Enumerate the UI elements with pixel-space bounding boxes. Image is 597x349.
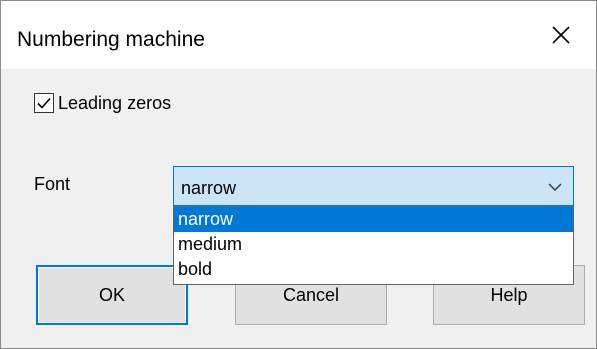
numbering-machine-dialog: Numbering machine Leading zeros Font nar… — [0, 0, 597, 349]
font-option-narrow[interactable]: narrow — [174, 207, 573, 232]
font-option-bold[interactable]: bold — [174, 257, 573, 282]
font-option-medium[interactable]: medium — [174, 232, 573, 257]
font-select-value: narrow — [181, 178, 237, 198]
font-label: Font — [34, 174, 71, 194]
close-icon — [552, 26, 570, 44]
close-button[interactable] — [526, 1, 596, 69]
font-select[interactable]: narrow — [173, 166, 574, 206]
title-bar: Numbering machine — [1, 1, 596, 69]
checkmark-icon — [37, 97, 51, 109]
ok-button[interactable]: OK — [36, 265, 188, 325]
leading-zeros-checkbox[interactable] — [34, 93, 54, 113]
leading-zeros-option[interactable]: Leading zeros — [34, 90, 171, 116]
font-dropdown-list: narrow medium bold — [173, 206, 574, 285]
chevron-down-icon — [548, 183, 562, 191]
dialog-title: Numbering machine — [17, 28, 205, 51]
leading-zeros-label[interactable]: Leading zeros — [58, 93, 171, 114]
